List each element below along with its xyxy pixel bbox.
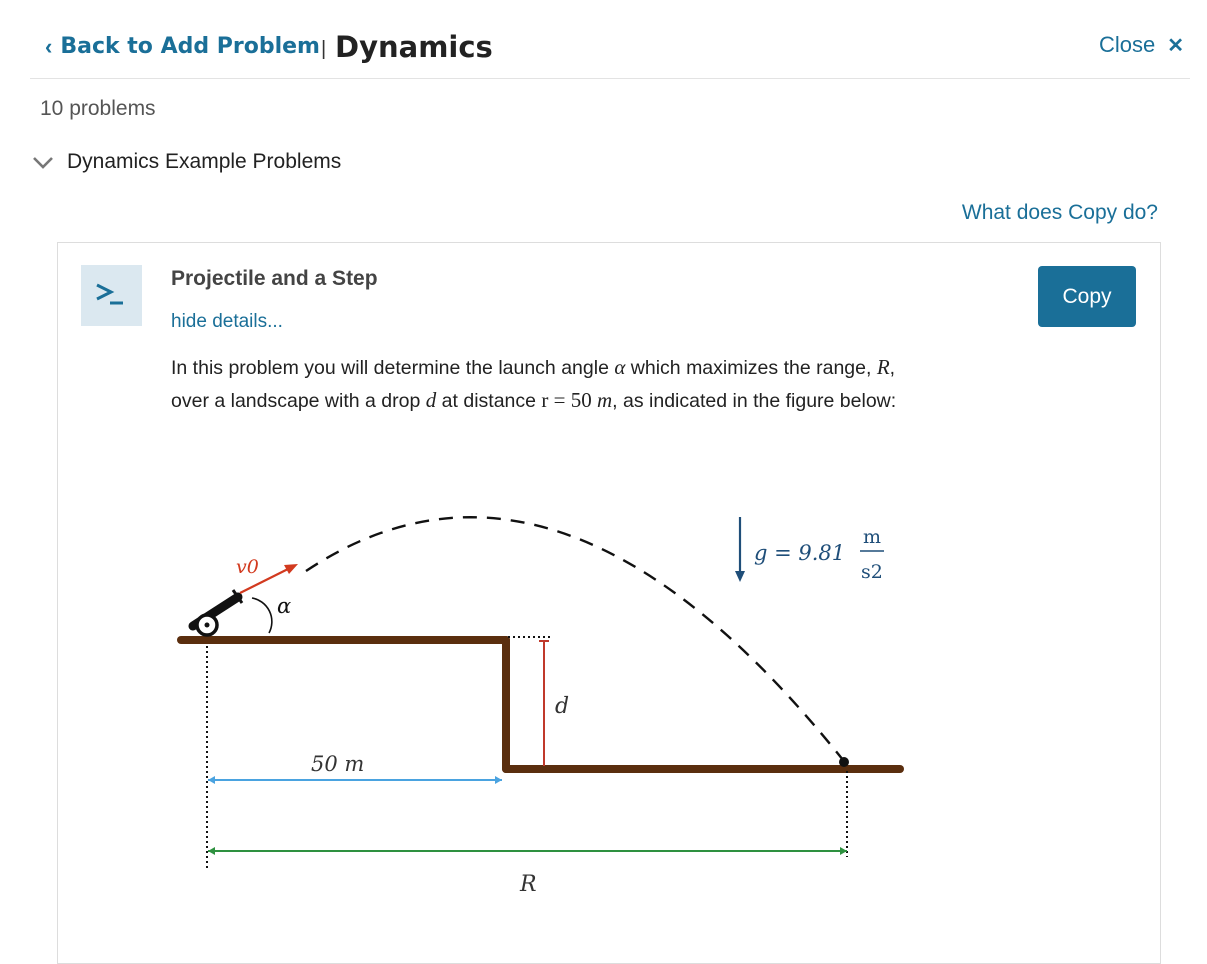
chevron-left-icon: ‹: [45, 33, 53, 59]
gravity-label: g = 9.81: [754, 541, 845, 565]
back-link[interactable]: ‹ Back to Add Problem: [45, 34, 320, 59]
close-icon: ✕: [1167, 34, 1184, 57]
cannon-icon: [188, 589, 244, 637]
problem-count: 10 problems: [40, 97, 156, 120]
distance-arrow-right: [495, 776, 502, 784]
gravity-unit-den: s2: [861, 561, 883, 583]
group-toggle[interactable]: Dynamics Example Problems: [32, 150, 341, 174]
close-label: Close: [1098, 32, 1156, 57]
distance-arrow-left: [208, 776, 215, 784]
chevron-down-icon: [33, 157, 53, 169]
gravity-arrowhead: [735, 571, 745, 582]
page-title: Dynamics: [335, 30, 493, 64]
top-bar: ‹ Back to Add Problem | Dynamics Close ✕: [30, 0, 1190, 79]
range-label: R: [519, 872, 537, 897]
range-arrow-left: [208, 847, 215, 855]
d-label: d: [555, 694, 569, 719]
close-button[interactable]: Close ✕: [1099, 32, 1184, 58]
group-label: Dynamics Example Problems: [67, 150, 342, 173]
distance-label: 50 m: [311, 752, 364, 776]
landing-point: [839, 757, 849, 767]
v0-label: v0: [236, 556, 259, 578]
problem-card: Projectile and a Step hide details... Co…: [57, 242, 1161, 964]
angle-arc: [251, 597, 273, 634]
back-label: Back to Add Problem: [60, 34, 320, 59]
gravity-unit-num: m: [863, 526, 881, 548]
range-arrow-right: [840, 847, 847, 855]
title-separator: |: [321, 38, 327, 60]
projectile-figure: v0 α d 50 m R g = 9.81 m s2: [177, 516, 904, 897]
alpha-label: α: [277, 594, 291, 618]
copy-help-link[interactable]: What does Copy do?: [962, 201, 1158, 225]
